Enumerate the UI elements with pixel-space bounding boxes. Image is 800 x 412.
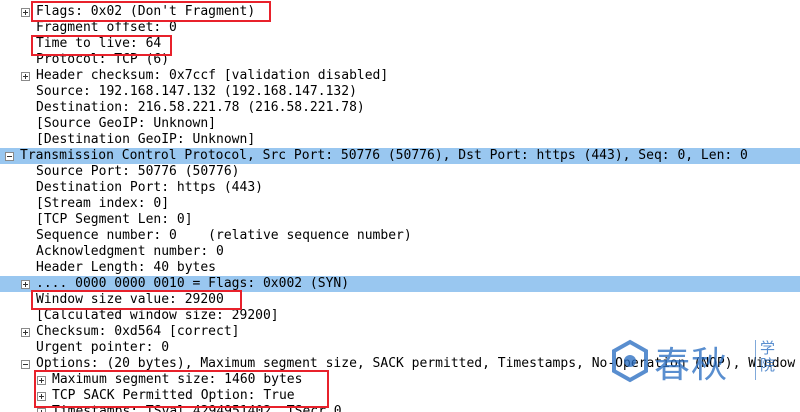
tree-row-destination-geoip[interactable]: [Destination GeoIP: Unknown] <box>0 132 800 148</box>
expand-plus-icon[interactable] <box>37 392 46 401</box>
tree-row-destination-port[interactable]: Destination Port: https (443) <box>0 180 800 196</box>
collapse-minus-icon[interactable] <box>5 152 14 161</box>
row-label: Source: 192.168.147.132 (192.168.147.132… <box>36 84 357 99</box>
row-label: Flags: 0x02 (Don't Fragment) <box>36 4 256 19</box>
row-label: Acknowledgment number: 0 <box>36 244 224 259</box>
row-label: Maximum segment size: 1460 bytes <box>52 372 303 387</box>
tree-row-checksum[interactable]: Checksum: 0xd564 [correct] <box>0 324 800 340</box>
row-label: Checksum: 0xd564 [correct] <box>36 324 240 339</box>
row-label: Options: (20 bytes), Maximum segment siz… <box>36 356 800 371</box>
tree-row-source-port[interactable]: Source Port: 50776 (50776) <box>0 164 800 180</box>
row-label: .... 0000 0000 0010 = Flags: 0x002 (SYN) <box>36 276 350 291</box>
collapse-minus-icon[interactable] <box>21 360 30 369</box>
tree-row-ttl[interactable]: Time to live: 64 <box>0 36 800 52</box>
row-label: Source Port: 50776 (50776) <box>36 164 240 179</box>
expand-plus-icon[interactable] <box>37 376 46 385</box>
row-label: Time to live: 64 <box>36 36 162 51</box>
row-label: Header Length: 40 bytes <box>36 260 217 275</box>
row-label: [Calculated window size: 29200] <box>36 308 279 323</box>
packet-details-tree: Flags: 0x02 (Don't Fragment) Fragment of… <box>0 4 800 412</box>
expand-plus-icon[interactable] <box>21 8 30 17</box>
tree-row-segment-len[interactable]: [TCP Segment Len: 0] <box>0 212 800 228</box>
row-label: Fragment offset: 0 <box>36 20 177 35</box>
expand-plus-icon[interactable] <box>21 328 30 337</box>
tree-row-sack-permitted[interactable]: TCP SACK Permitted Option: True <box>0 388 800 404</box>
row-label: [Source GeoIP: Unknown] <box>36 116 217 131</box>
tree-row-fragment-offset[interactable]: Fragment offset: 0 <box>0 20 800 36</box>
row-label: Timestamps: TSval 4294951402, TSecr 0 <box>52 404 342 412</box>
tree-row-header-length[interactable]: Header Length: 40 bytes <box>0 260 800 276</box>
row-label: Urgent pointer: 0 <box>36 340 170 355</box>
tree-row-urgent-pointer[interactable]: Urgent pointer: 0 <box>0 340 800 356</box>
expand-plus-icon[interactable] <box>37 408 46 412</box>
expand-plus-icon[interactable] <box>21 72 30 81</box>
row-label: [Stream index: 0] <box>36 196 170 211</box>
tree-row-source[interactable]: Source: 192.168.147.132 (192.168.147.132… <box>0 84 800 100</box>
tree-row-ack-number[interactable]: Acknowledgment number: 0 <box>0 244 800 260</box>
tree-row-tcp-flags[interactable]: .... 0000 0000 0010 = Flags: 0x002 (SYN) <box>0 276 800 292</box>
tree-row-options[interactable]: Options: (20 bytes), Maximum segment siz… <box>0 356 800 372</box>
row-label: Window size value: 29200 <box>36 292 224 307</box>
tree-row-destination[interactable]: Destination: 216.58.221.78 (216.58.221.7… <box>0 100 800 116</box>
tree-row-protocol[interactable]: Protocol: TCP (6) <box>0 52 800 68</box>
tree-row-stream-index[interactable]: [Stream index: 0] <box>0 196 800 212</box>
tree-row-source-geoip[interactable]: [Source GeoIP: Unknown] <box>0 116 800 132</box>
tree-row-timestamps[interactable]: Timestamps: TSval 4294951402, TSecr 0 <box>0 404 800 412</box>
row-label: Protocol: TCP (6) <box>36 52 170 67</box>
tree-row-mss[interactable]: Maximum segment size: 1460 bytes <box>0 372 800 388</box>
tree-row-tcp-header[interactable]: Transmission Control Protocol, Src Port:… <box>0 148 800 164</box>
row-label: Transmission Control Protocol, Src Port:… <box>20 148 748 163</box>
row-label: Destination Port: https (443) <box>36 180 263 195</box>
tree-row-window-size[interactable]: Window size value: 29200 <box>0 292 800 308</box>
tree-row-calculated-window[interactable]: [Calculated window size: 29200] <box>0 308 800 324</box>
tree-row-flags[interactable]: Flags: 0x02 (Don't Fragment) <box>0 4 800 20</box>
row-label: [TCP Segment Len: 0] <box>36 212 193 227</box>
row-label: TCP SACK Permitted Option: True <box>52 388 295 403</box>
row-label: Header checksum: 0x7ccf [validation disa… <box>36 68 389 83</box>
tree-row-sequence-number[interactable]: Sequence number: 0 (relative sequence nu… <box>0 228 800 244</box>
row-label: [Destination GeoIP: Unknown] <box>36 132 256 147</box>
row-label: Sequence number: 0 (relative sequence nu… <box>36 228 412 243</box>
row-label: Destination: 216.58.221.78 (216.58.221.7… <box>36 100 365 115</box>
tree-row-header-checksum[interactable]: Header checksum: 0x7ccf [validation disa… <box>0 68 800 84</box>
expand-plus-icon[interactable] <box>21 280 30 289</box>
